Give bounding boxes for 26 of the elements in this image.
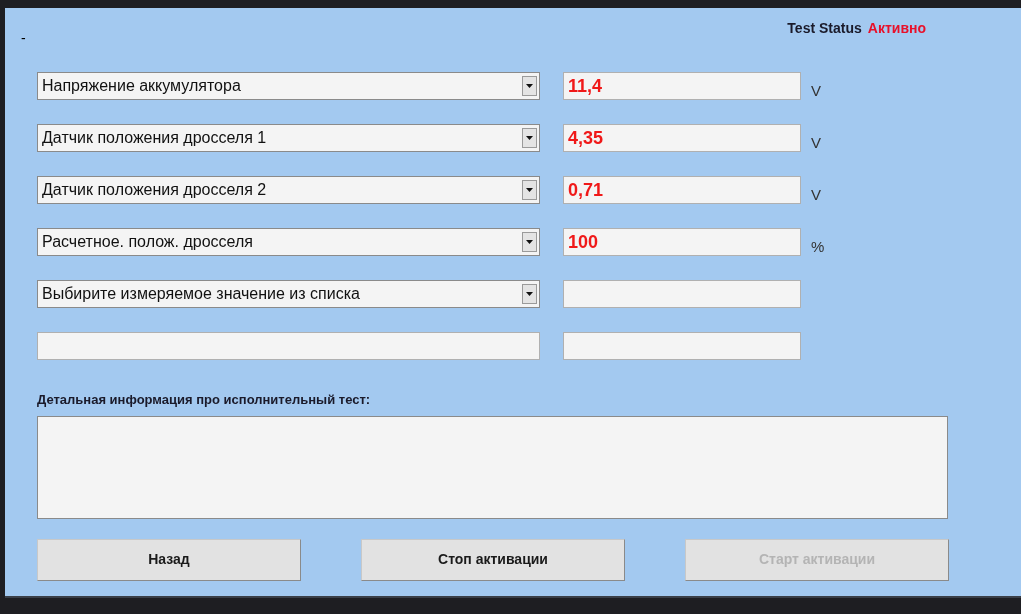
parameter-dropdown[interactable]: Датчик положения дросселя 2 bbox=[37, 176, 540, 204]
dropdown-value: Выбирите измеряемое значение из списка bbox=[42, 284, 360, 304]
value-field: 0,71 bbox=[563, 176, 801, 204]
status-label: Test Status bbox=[787, 19, 862, 38]
dropdown-value: Датчик положения дросселя 1 bbox=[42, 128, 267, 148]
dropdown-value: Напряжение аккумулятора bbox=[42, 76, 241, 96]
value-field: 4,35 bbox=[563, 124, 801, 152]
action-button[interactable]: Стоп активации bbox=[361, 538, 625, 581]
window-title: - bbox=[21, 29, 26, 48]
details-label: Детальная информация про исполнительный тест: bbox=[37, 391, 371, 409]
unit-label: V bbox=[811, 132, 821, 153]
unit-label: V bbox=[811, 184, 821, 205]
action-button[interactable]: Назад bbox=[37, 538, 301, 581]
parameter-dropdown[interactable]: Выбирите измеряемое значение из списка bbox=[37, 280, 540, 308]
status-value: Активно bbox=[867, 19, 926, 38]
unit-label: V bbox=[811, 80, 821, 101]
details-text-area[interactable] bbox=[37, 415, 948, 519]
dropdown-value: Датчик положения дросселя 2 bbox=[42, 180, 267, 200]
parameter-dropdown[interactable]: Напряжение аккумулятора bbox=[37, 72, 540, 100]
parameter-dropdown[interactable]: Датчик положения дросселя 1 bbox=[37, 124, 540, 152]
value-field: 11,4 bbox=[563, 72, 801, 100]
unit-label: % bbox=[811, 236, 825, 257]
parameter-dropdown[interactable]: Расчетное. полож. дросселя bbox=[37, 228, 540, 256]
value-field: 100 bbox=[563, 228, 801, 256]
input-field[interactable] bbox=[37, 332, 540, 360]
dropdown-value: Расчетное. полож. дросселя bbox=[42, 232, 253, 252]
